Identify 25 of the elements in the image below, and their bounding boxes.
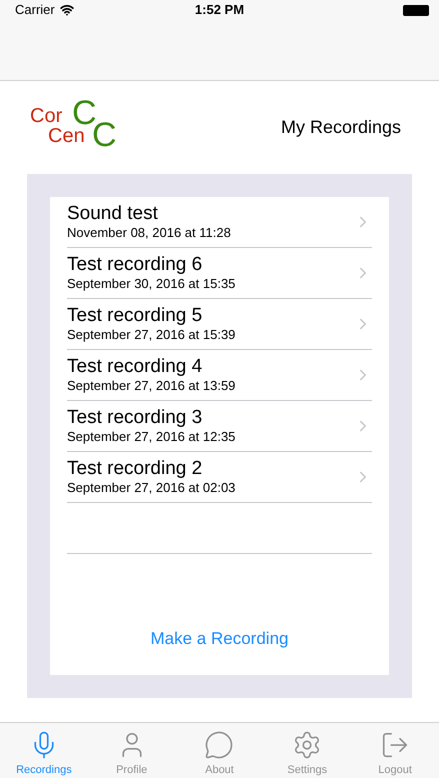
recording-date: November 08, 2016 at 11:28 (67, 225, 231, 241)
recording-date: September 30, 2016 at 15:35 (67, 276, 236, 292)
logo-text: Cen (48, 126, 85, 146)
recording-name: Test recording 6 (67, 254, 204, 276)
recording-name: Test recording 2 (67, 458, 204, 480)
wifi-icon (60, 3, 74, 17)
recording-row[interactable]: Test recording 3 September 27, 2016 at 12:35 (67, 401, 372, 452)
logo-text: Cor (30, 106, 62, 126)
recording-date: September 27, 2016 at 13:59 (67, 378, 236, 394)
recording-row[interactable]: Sound test November 08, 2016 at 11:28 (67, 197, 372, 248)
recording-name: Sound test (67, 203, 159, 225)
status-time: 1:52 PM (194, 1, 244, 20)
carrier-label: Carrier (15, 1, 55, 20)
recording-name: Test recording 3 (67, 407, 204, 429)
recording-row[interactable]: Test recording 4 September 27, 2016 at 13:59 (67, 350, 372, 401)
recording-date: September 27, 2016 at 02:03 (67, 480, 236, 496)
recording-row[interactable]: Test recording 5 September 27, 2016 at 15:39 (67, 299, 372, 350)
recording-row[interactable]: Test recording 6 September 30, 2016 at 15:35 (67, 248, 372, 299)
recording-row[interactable]: Test recording 2 September 27, 2016 at 02:03 (67, 452, 372, 503)
recording-name: Test recording 5 (67, 305, 204, 327)
recording-date: September 27, 2016 at 15:39 (67, 327, 236, 343)
battery-icon (403, 4, 429, 16)
recording-date: September 27, 2016 at 12:35 (67, 429, 236, 445)
recording-name: Test recording 4 (67, 356, 204, 378)
page-title: My Recordings (280, 116, 401, 139)
